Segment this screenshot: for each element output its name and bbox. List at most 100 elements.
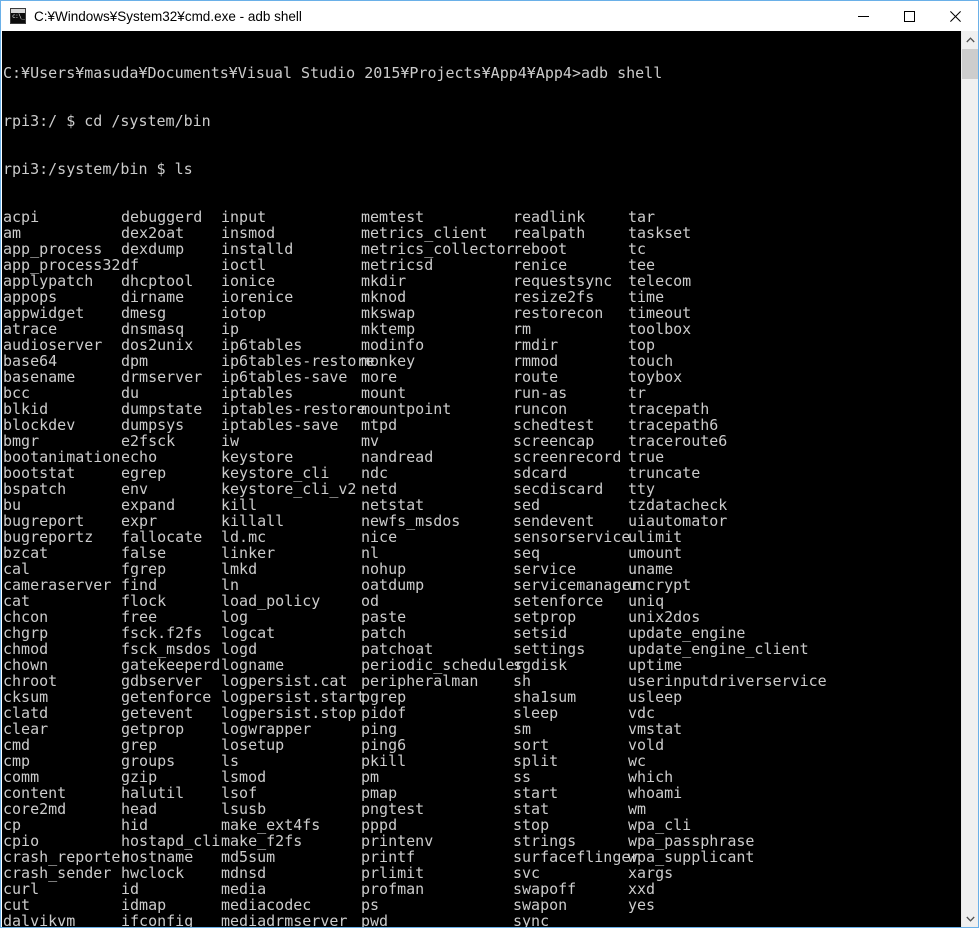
ls-entry: pm [361, 768, 380, 786]
ls-entry: audioserver [3, 336, 103, 354]
ls-entry: debuggerd [121, 208, 203, 226]
ls-entry: dalvikvm [3, 912, 76, 927]
ls-entry: stat [513, 800, 550, 818]
ls-entry: run-as [513, 384, 568, 402]
ls-entry: flock [121, 592, 167, 610]
ls-entry: netstat [361, 496, 425, 514]
ls-entry: sdcard [513, 464, 568, 482]
ls-entry: input [221, 208, 267, 226]
ls-entry: toybox [628, 368, 683, 386]
scroll-up-button[interactable] [962, 31, 978, 48]
ls-entry: bmgr [3, 432, 40, 450]
ls-entry: cat [3, 592, 31, 610]
console-output-area[interactable]: C:¥Users¥masuda¥Documents¥Visual Studio … [2, 31, 963, 927]
ls-entry: reboot [513, 240, 568, 258]
ls-entry: usleep [628, 688, 683, 706]
ls-entry: ps [361, 896, 380, 914]
ls-entry: comm [3, 768, 40, 786]
ls-entry: cameraserver [3, 576, 112, 594]
ls-entry: app_process32 [3, 256, 121, 274]
ls-entry: wpa_cli [628, 816, 692, 834]
ls-entry: uname [628, 560, 674, 578]
ls-entry: keystore_cli [221, 464, 330, 482]
scrollbar-track[interactable] [962, 48, 978, 910]
ls-entry: groups [121, 752, 176, 770]
ls-entry: stop [513, 816, 550, 834]
ls-entry: ip6tables-restore [221, 352, 375, 370]
ls-entry: find [121, 576, 158, 594]
ls-entry: iw [221, 432, 240, 450]
maximize-button[interactable] [886, 1, 932, 31]
ls-entry: requestsync [513, 272, 613, 290]
ls-entry: uniq [628, 592, 665, 610]
ls-entry: sha1sum [513, 688, 577, 706]
vertical-scrollbar[interactable] [961, 31, 978, 927]
ls-entry: hostname [121, 848, 194, 866]
ls-entry: yes [628, 896, 656, 914]
ls-entry: chroot [3, 672, 58, 690]
ls-entry: cp [3, 816, 22, 834]
ls-entry: ping6 [361, 736, 407, 754]
ls-entry: sync [513, 912, 550, 927]
ls-entry: uncrypt [628, 576, 692, 594]
ls-entry: linker [221, 544, 276, 562]
scroll-down-button[interactable] [962, 910, 978, 927]
ls-entry: sleep [513, 704, 559, 722]
ls-entry: monkey [361, 352, 416, 370]
ls-entry: true [628, 448, 665, 466]
ls-entry: media [221, 880, 267, 898]
ls-entry: fallocate [121, 528, 203, 546]
ls-entry: tty [628, 480, 656, 498]
ls-entry: update_engine [628, 624, 746, 642]
ls-entry: od [361, 592, 380, 610]
ls-entry: swapoff [513, 880, 577, 898]
ls-entry: pwd [361, 912, 389, 927]
ls-entry: idmap [121, 896, 167, 914]
ls-entry: ss [513, 768, 532, 786]
ls-entry: logpersist.start [221, 688, 366, 706]
ls-entry: halutil [121, 784, 185, 802]
ls-entry: userinputdriverservice [628, 672, 827, 690]
ls-entry: sgdisk [513, 656, 568, 674]
scroll-thumb[interactable] [962, 49, 978, 79]
ls-entry: nohup [361, 560, 407, 578]
ls-entry: seq [513, 544, 541, 562]
ls-entry: cmp [3, 752, 31, 770]
ls-entry: mknod [361, 288, 407, 306]
ls-entry: dumpsys [121, 416, 185, 434]
ls-entry: wpa_supplicant [628, 848, 755, 866]
ls-entry: xargs [628, 864, 674, 882]
ls-entry: log [221, 608, 249, 626]
ls-entry: bu [3, 496, 22, 514]
ls-entry: sm [513, 720, 532, 738]
ls-entry: acpi [3, 208, 40, 226]
minimize-button[interactable] [840, 1, 886, 31]
ls-entry: core2md [3, 800, 67, 818]
ls-entry: memtest [361, 208, 425, 226]
ls-entry: bootanimation [3, 448, 121, 466]
ls-entry: service [513, 560, 577, 578]
ls-entry: more [361, 368, 398, 386]
title-bar[interactable]: C:¥Windows¥System32¥cmd.exe - adb shell [1, 1, 978, 31]
ls-entry: pppd [361, 816, 398, 834]
ls-entry: touch [628, 352, 674, 370]
ls-entry: appwidget [3, 304, 85, 322]
ls-entry: nice [361, 528, 398, 546]
close-button[interactable] [932, 1, 978, 31]
title-bar-left: C:¥Windows¥System32¥cmd.exe - adb shell [1, 1, 840, 31]
ls-entry: tzdatacheck [628, 496, 728, 514]
ls-entry: mktemp [361, 320, 416, 338]
ls-column-1: acpi am app_process app_process32 applypatch… [3, 208, 129, 927]
ls-entry: tee [628, 256, 656, 274]
ls-entry: mkdir [361, 272, 407, 290]
ls-entry: bootstat [3, 464, 76, 482]
ls-entry: printf [361, 848, 416, 866]
cmd-console-icon [10, 8, 26, 24]
ls-entry: load_policy [221, 592, 321, 610]
ls-entry: sh [513, 672, 532, 690]
ls-entry: killall [221, 512, 285, 530]
ls-entry: hid [121, 816, 149, 834]
ls-entry: sed [513, 496, 541, 514]
ls-entry: lsmod [221, 768, 267, 786]
ls-entry: rmdir [513, 336, 559, 354]
